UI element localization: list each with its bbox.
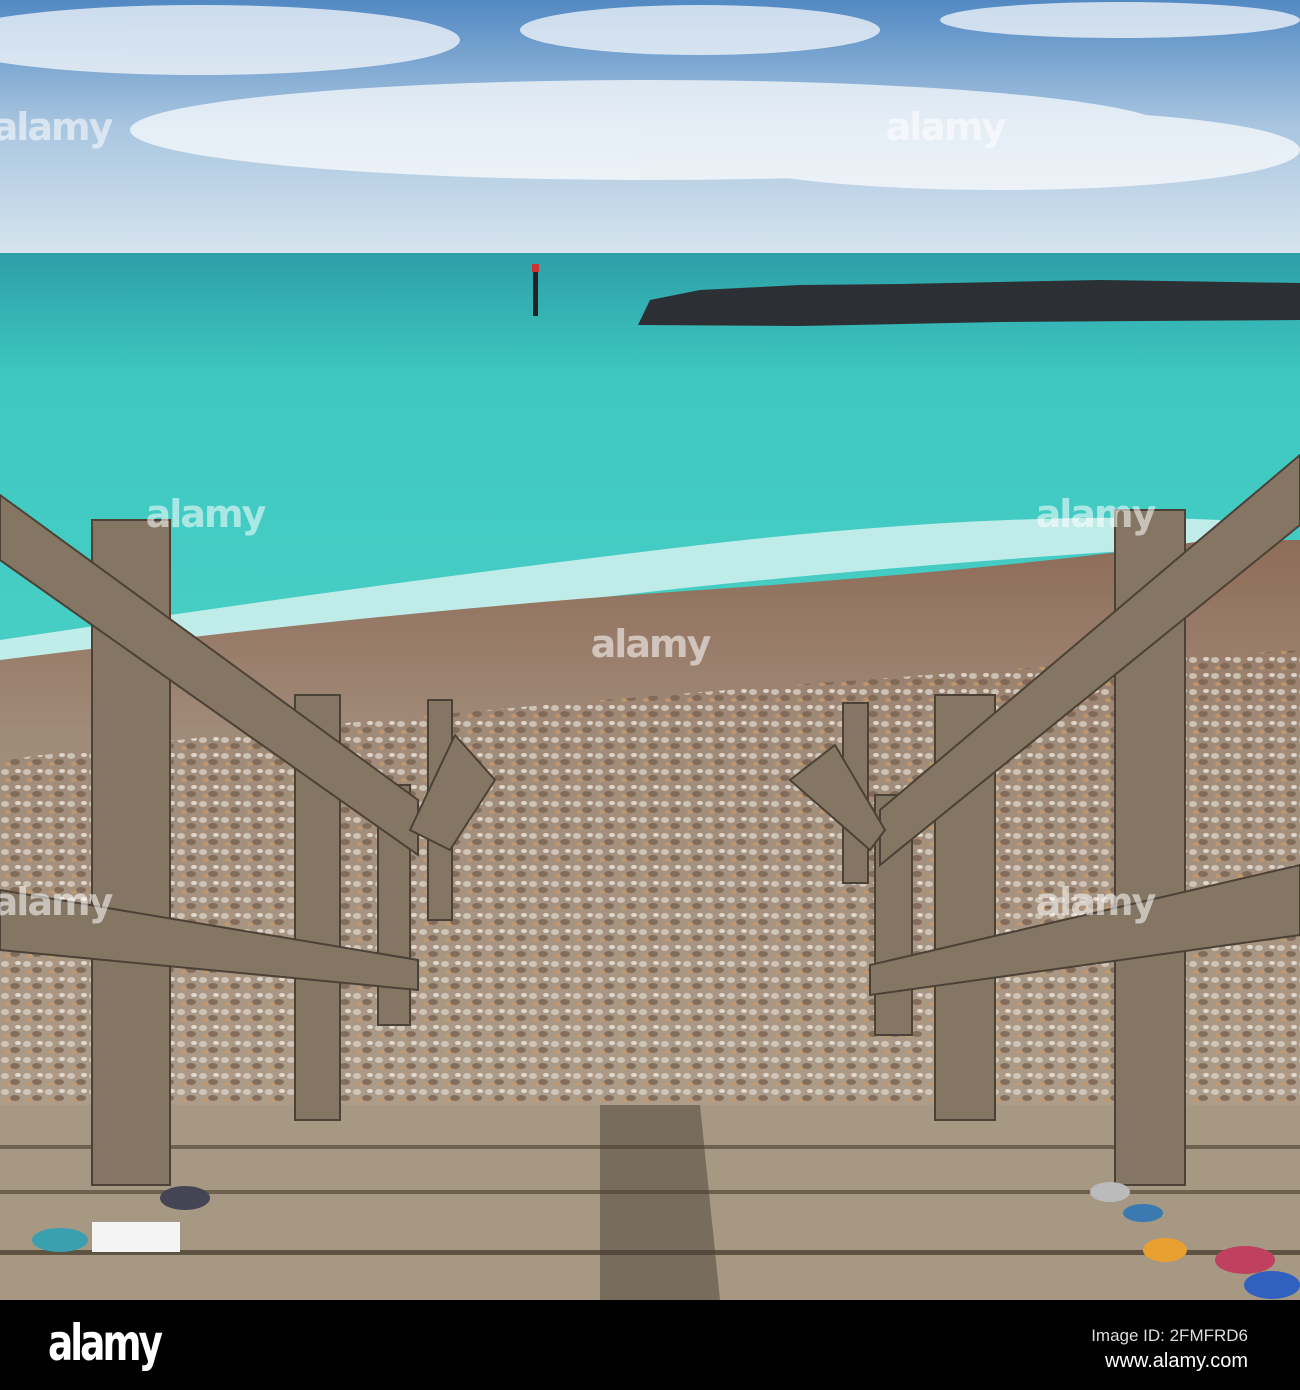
watermark: alamy <box>885 105 1007 149</box>
watermark: alamy <box>1035 492 1157 536</box>
watermark: alamy <box>590 622 712 666</box>
website-link[interactable]: www.alamy.com <box>1105 1350 1248 1373</box>
stock-photo-page: alamy alamy alamy alamy alamy alamy alam… <box>0 0 1300 1390</box>
alamy-logo[interactable]: alamy <box>48 1314 163 1372</box>
footer-bar: alamy Image ID: 2FMFRD6 www.alamy.com <box>0 1300 1300 1390</box>
watermark: alamy <box>145 492 267 536</box>
image-id: Image ID: 2FMFRD6 <box>1091 1326 1248 1345</box>
watermark: alamy <box>0 880 113 924</box>
marker-post <box>533 268 538 316</box>
watermark: alamy <box>0 105 113 149</box>
watermark: alamy <box>1035 880 1157 924</box>
